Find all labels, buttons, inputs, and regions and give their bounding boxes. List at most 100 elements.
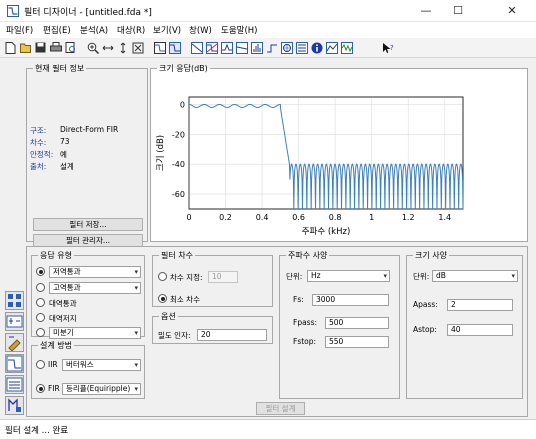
filter-order-panel: 필터 차수 차수 지정: 10 최소 차수 [152,251,273,307]
y-axis-label: 크기 (dB) [156,135,166,171]
y-tick-label: -60 [172,190,185,199]
magnitude-response-chart: 0 0.2 0.4 0.6 0.8 1 1.2 1.4 0 -20 -40 -60 주파수 (kHz) 크… [156,96,464,237]
fs-input[interactable]: 3000 [312,294,389,306]
x-tick-label: 0.6 [292,213,305,222]
fs-label: Fs: [293,295,304,304]
menu-targets[interactable]: 대상(R) [117,24,145,36]
minimize-button[interactable]: — [412,3,440,19]
specify-order-label: 차수 지정: [170,273,203,282]
freq-units-select[interactable]: Hz ▾ [307,270,390,282]
x-axis-label: 주파수 (kHz) [302,227,351,237]
print-icon[interactable] [49,41,62,54]
design-method-panel: 설계 방법 IIR 버터워스 ▾ FIR 등리플(Equiripple) ▾ [31,341,145,399]
design-filter-tool-icon[interactable] [5,354,24,373]
specify-order-radio[interactable] [158,272,167,281]
y-tick-label: 0 [180,100,185,109]
iir-method-select[interactable]: 버터워스 ▾ [62,359,141,371]
minimum-order-radio[interactable] [158,294,167,303]
fstop-input[interactable]: 550 [325,336,389,348]
mag-units-select[interactable]: dB ▾ [432,270,518,282]
plot-area [188,96,464,210]
lowpass-select[interactable]: 저역통과 ▾ [49,266,141,278]
bandpass-radio[interactable] [36,298,45,307]
menu-analysis[interactable]: 분석(A) [80,24,108,36]
astop-input[interactable]: 40 [447,324,513,336]
iir-radio[interactable] [36,360,45,369]
svg-text:?: ? [390,44,394,52]
noise-power-icon[interactable] [340,41,353,54]
impulse-response-icon[interactable] [250,41,263,54]
freq-units-label: 단위: [286,272,303,281]
x-tick-label: 0.8 [329,213,342,222]
structure-label: 구조: [30,126,47,135]
magnitude-phase-icon[interactable] [205,41,218,54]
y-tick-label: -40 [172,160,185,169]
store-filter-button[interactable]: 필터 저장... [33,218,143,231]
design-filter-button[interactable]: 필터 설계 [256,402,305,415]
menu-bar: 파일(F) 편집(E) 분석(A) 대상(R) 보기(V) 창(W) 도움말(H… [0,22,536,38]
new-icon[interactable] [4,41,17,54]
full-view-icon[interactable] [131,41,144,54]
lowpass-radio[interactable] [36,267,45,276]
fir-label: FIR [48,384,60,393]
zoom-x-icon[interactable] [101,41,114,54]
highpass-select[interactable]: 고역통과 ▾ [49,282,141,294]
menu-file[interactable]: 파일(F) [6,24,33,36]
x-tick-label: 1.4 [438,213,451,222]
magnitude-response-icon[interactable] [168,41,181,54]
highpass-radio[interactable] [36,283,45,292]
x-tick-label: 0.2 [219,213,232,222]
pole-zero-editor-icon[interactable] [5,333,24,352]
menu-edit[interactable]: 편집(E) [43,24,71,36]
options-title: 옵션 [161,312,176,321]
toolbar: ? [0,38,536,58]
title-bar: 필터 디자이너 - [untitled.fda *] — ☐ ✕ [0,0,536,22]
group-delay-icon[interactable] [220,41,233,54]
step-response-icon[interactable] [265,41,278,54]
close-button[interactable]: ✕ [498,3,526,19]
fir-method-select[interactable]: 등리플(Equiripple) ▾ [62,383,141,395]
menu-view[interactable]: 보기(V) [153,24,181,36]
order-label: 차수: [30,138,47,147]
filter-coefficients-icon[interactable] [295,41,308,54]
menu-window[interactable]: 창(W) [189,24,212,36]
magnitude-estimate-icon[interactable] [325,41,338,54]
menu-help[interactable]: 도움말(H) [221,24,257,36]
bandpass-label: 대역통과 [49,299,77,308]
density-factor-input[interactable]: 20 [197,329,267,341]
magnitude-response-panel: 크기 응답(dB) 0 0.2 0.4 0.6 0.8 1 1.2 1.4 0 -20 -40 -60… [150,64,528,242]
magnitude-spec-title: 크기 사양 [415,251,447,260]
zoom-y-icon[interactable] [116,41,129,54]
fpass-input[interactable]: 500 [325,317,389,329]
phase-response-icon[interactable] [190,41,203,54]
save-icon[interactable] [34,41,47,54]
apass-label: Apass: [413,300,438,309]
filter-spec-icon[interactable] [153,41,166,54]
source-value: 설계 [60,162,74,171]
fir-radio[interactable] [36,384,45,393]
bandstop-radio[interactable] [36,313,45,322]
import-filter-icon[interactable] [5,375,24,394]
maximize-button[interactable]: ☐ [444,3,472,19]
filter-info-icon[interactable] [310,41,323,54]
y-tick-label: -20 [172,130,185,139]
transform-filter-icon[interactable] [5,291,24,310]
apass-input[interactable]: 2 [447,299,513,311]
open-icon[interactable] [19,41,32,54]
print-preview-icon[interactable] [64,41,77,54]
whats-this-icon[interactable]: ? [381,41,394,54]
order-input[interactable]: 10 [208,271,238,283]
phase-delay-icon[interactable] [235,41,248,54]
minimum-order-label: 최소 차수 [170,295,200,304]
create-multirate-filter-icon[interactable] [5,312,24,331]
differentiator-radio[interactable] [36,328,45,337]
chart-title: 크기 응답(dB) [159,64,208,73]
quantization-icon[interactable] [5,396,24,415]
pole-zero-icon[interactable] [280,41,293,54]
window-title: 필터 디자이너 - [untitled.fda *] [24,8,152,18]
iir-label: IIR [48,360,58,369]
zoom-in-icon[interactable] [86,41,99,54]
filter-designer-app-icon [7,5,19,17]
options-panel: 옵션 밀도 인자: 20 [152,312,273,344]
differentiator-select[interactable]: 미분기 ▾ [49,327,141,339]
